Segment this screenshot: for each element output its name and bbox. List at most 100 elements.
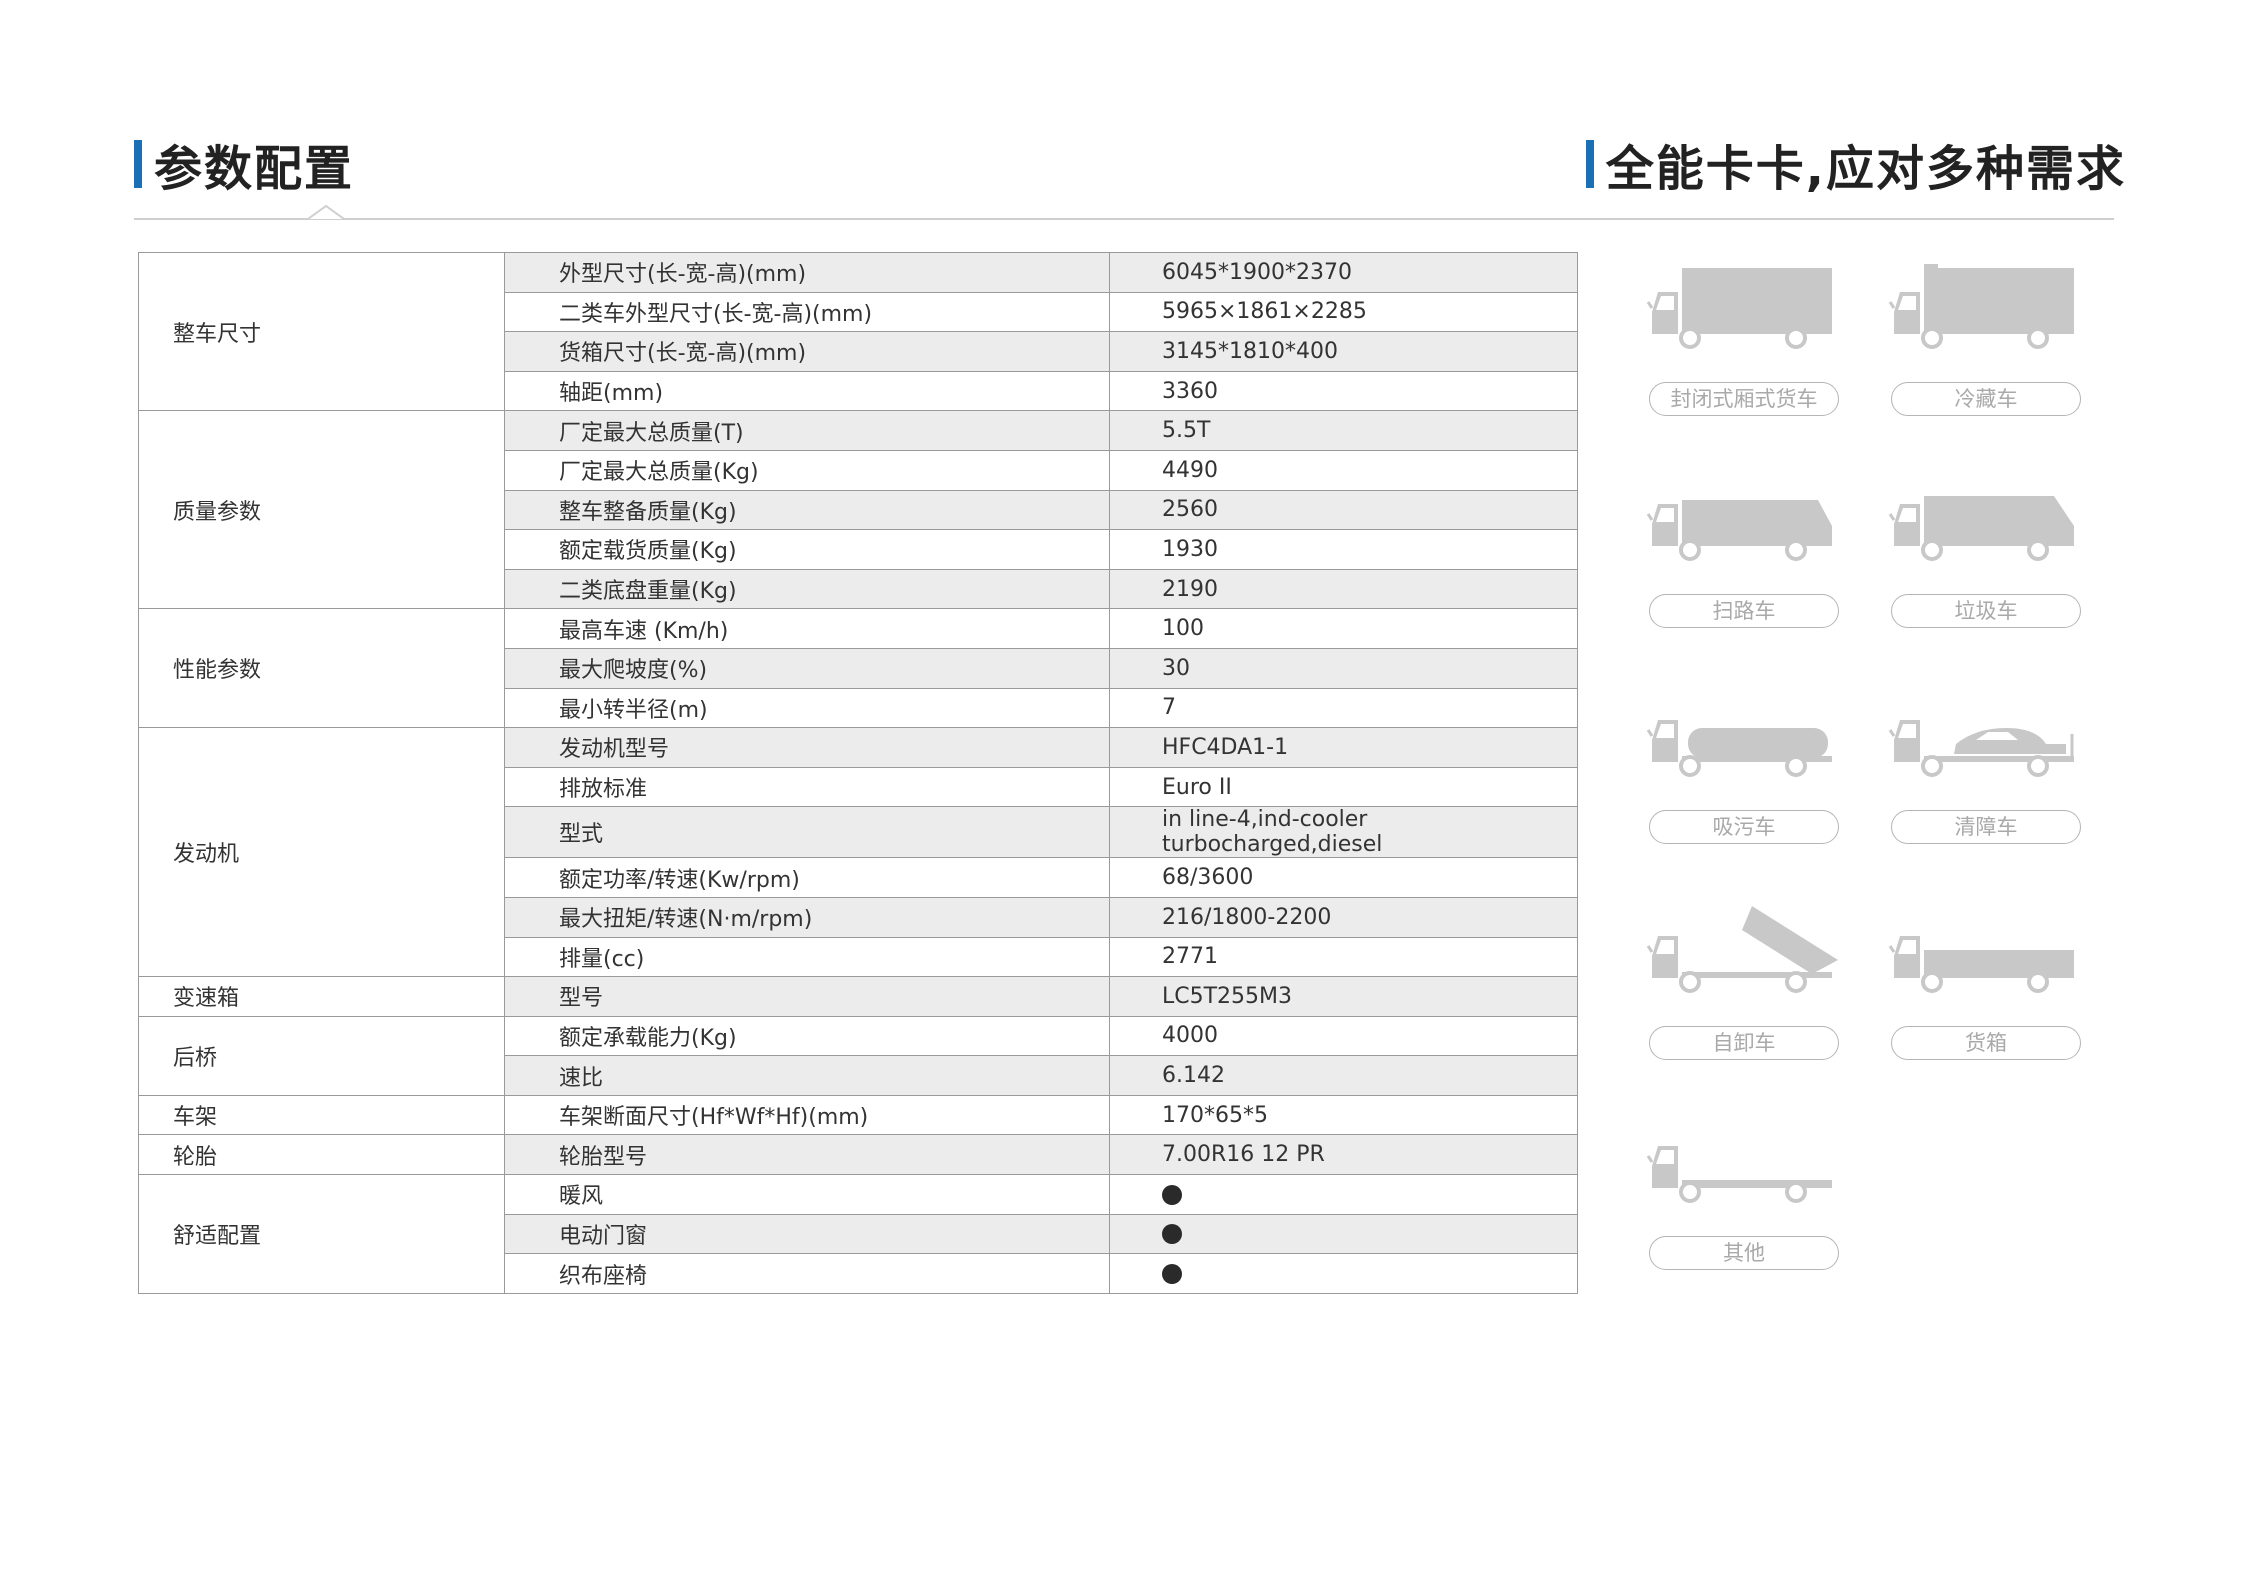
spec-param: 最高车速 (Km/h) bbox=[504, 608, 1110, 649]
spec-value: 7 bbox=[1109, 687, 1578, 729]
vehicle-type-label: 货箱 bbox=[1891, 1026, 2081, 1060]
spec-category: 性能参数 bbox=[138, 608, 505, 729]
spec-param: 型号 bbox=[504, 976, 1110, 1017]
spec-param: 最小转半径(m) bbox=[504, 687, 1110, 729]
spec-category: 车架 bbox=[138, 1094, 505, 1136]
feature-included-dot bbox=[1162, 1264, 1182, 1285]
chassis-truck-icon bbox=[1646, 1146, 1832, 1203]
spec-param: 排放标准 bbox=[504, 766, 1110, 808]
sewage-suction-truck-icon bbox=[1646, 720, 1832, 777]
spec-value: 5965×1861×2285 bbox=[1109, 291, 1578, 333]
spec-category: 质量参数 bbox=[138, 410, 505, 610]
divider-notch bbox=[308, 204, 344, 220]
vehicle-type-label: 自卸车 bbox=[1649, 1026, 1839, 1060]
slogan-title: 全能卡卡,应对多种需求 bbox=[1585, 136, 2126, 197]
spec-category: 整车尺寸 bbox=[138, 251, 505, 412]
spec-param: 厂定最大总质量(Kg) bbox=[504, 449, 1110, 491]
spec-value: 170*65*5 bbox=[1109, 1094, 1578, 1136]
spec-value bbox=[1109, 1253, 1578, 1294]
spec-value: in line-4,ind-cooler turbocharged,diesel bbox=[1109, 806, 1578, 859]
spec-param: 额定功率/转速(Kw/rpm) bbox=[504, 857, 1110, 898]
vehicle-type-label: 扫路车 bbox=[1649, 594, 1839, 628]
table-row: 车架 车架断面尺寸(Hf*Wf*Hf)(mm) 170*65*5 bbox=[138, 1094, 1578, 1136]
spec-value: 2771 bbox=[1109, 936, 1578, 978]
page-title-text: 参数配置 bbox=[154, 141, 355, 197]
spec-value bbox=[1109, 1213, 1578, 1255]
spec-param: 外型尺寸(长-宽-高)(mm) bbox=[504, 252, 1110, 293]
spec-value: 3360 bbox=[1109, 370, 1578, 412]
spec-category: 后桥 bbox=[138, 1015, 505, 1096]
spec-category: 轮胎 bbox=[138, 1134, 505, 1176]
spec-table: 整车尺寸 外型尺寸(长-宽-高)(mm) 6045*1900*2370 二类车外型尺寸… bbox=[138, 251, 1578, 1294]
vehicle-type-label: 清障车 bbox=[1891, 810, 2081, 844]
table-row: 发动机 发动机型号 HFC4DA1-1 bbox=[138, 727, 1578, 978]
vehicle-type-item: 冷藏车 bbox=[1886, 262, 2086, 416]
vehicle-type-item: 扫路车 bbox=[1644, 474, 1844, 628]
page-title: 参数配置 bbox=[134, 136, 354, 197]
dump-truck-icon bbox=[1646, 906, 1838, 993]
vehicle-type-label: 封闭式厢式货车 bbox=[1649, 382, 1839, 416]
spec-param: 整车整备质量(Kg) bbox=[504, 489, 1110, 531]
spec-param: 二类车外型尺寸(长-宽-高)(mm) bbox=[504, 291, 1110, 333]
spec-value: 5.5T bbox=[1109, 410, 1578, 451]
spec-param: 轴距(mm) bbox=[504, 370, 1110, 412]
spec-param: 轮胎型号 bbox=[504, 1134, 1110, 1176]
spec-value: 30 bbox=[1109, 647, 1578, 689]
vehicle-type-item: 封闭式厢式货车 bbox=[1644, 262, 1844, 416]
spec-value: 1930 bbox=[1109, 529, 1578, 570]
spec-value: 216/1800-2200 bbox=[1109, 896, 1578, 938]
vehicle-type-label: 垃圾车 bbox=[1891, 594, 2081, 628]
slogan-accent-bar bbox=[1585, 140, 1594, 188]
vehicle-type-item: 货箱 bbox=[1886, 906, 2086, 1060]
table-row: 性能参数 最高车速 (Km/h) 100 bbox=[138, 608, 1578, 729]
table-row: 变速箱 型号 LC5T255M3 bbox=[138, 976, 1578, 1017]
spec-category: 发动机 bbox=[138, 727, 505, 978]
vehicle-type-label: 冷藏车 bbox=[1891, 382, 2081, 416]
spec-param: 厂定最大总质量(T) bbox=[504, 410, 1110, 451]
spec-param: 织布座椅 bbox=[504, 1253, 1110, 1294]
spec-value: 6045*1900*2370 bbox=[1109, 252, 1578, 293]
spec-param: 额定载货质量(Kg) bbox=[504, 529, 1110, 570]
spec-param: 最大爬坡度(%) bbox=[504, 647, 1110, 689]
spec-value: 2560 bbox=[1109, 489, 1578, 531]
table-row: 后桥 额定承载能力(Kg) 4000 bbox=[138, 1015, 1578, 1096]
vehicle-type-item: 其他 bbox=[1644, 1116, 1844, 1270]
spec-param: 排量(cc) bbox=[504, 936, 1110, 978]
tow-truck-icon bbox=[1888, 720, 2074, 777]
vehicle-type-item: 自卸车 bbox=[1644, 906, 1844, 1060]
cargo-truck-icon bbox=[1888, 936, 2074, 993]
spec-value: 6.142 bbox=[1109, 1055, 1578, 1096]
spec-param: 车架断面尺寸(Hf*Wf*Hf)(mm) bbox=[504, 1094, 1110, 1136]
feature-included-dot bbox=[1162, 1224, 1182, 1245]
spec-value bbox=[1109, 1174, 1578, 1215]
spec-param: 货箱尺寸(长-宽-高)(mm) bbox=[504, 331, 1110, 372]
spec-value: 2190 bbox=[1109, 568, 1578, 610]
title-accent-bar bbox=[134, 140, 142, 188]
spec-category: 变速箱 bbox=[138, 976, 505, 1017]
header-divider bbox=[134, 218, 2114, 220]
spec-param: 速比 bbox=[504, 1055, 1110, 1096]
vehicle-type-item: 垃圾车 bbox=[1886, 474, 2086, 628]
spec-value: 7.00R16 12 PR bbox=[1109, 1134, 1578, 1176]
table-row: 轮胎 轮胎型号 7.00R16 12 PR bbox=[138, 1134, 1578, 1176]
spec-value: 68/3600 bbox=[1109, 857, 1578, 898]
spec-param: 额定承载能力(Kg) bbox=[504, 1015, 1110, 1057]
garbage-truck-icon bbox=[1888, 496, 2074, 561]
street-sweeper-icon bbox=[1646, 500, 1832, 561]
table-row: 舒适配置 暖风 bbox=[138, 1174, 1578, 1294]
spec-param: 最大扭矩/转速(N·m/rpm) bbox=[504, 896, 1110, 938]
spec-param: 电动门窗 bbox=[504, 1213, 1110, 1255]
spec-value: HFC4DA1-1 bbox=[1109, 727, 1578, 768]
spec-value: Euro II bbox=[1109, 766, 1578, 808]
spec-param: 发动机型号 bbox=[504, 727, 1110, 768]
vehicle-type-item: 清障车 bbox=[1886, 690, 2086, 844]
spec-param: 暖风 bbox=[504, 1174, 1110, 1215]
spec-value: 3145*1810*400 bbox=[1109, 331, 1578, 372]
spec-param: 型式 bbox=[504, 806, 1110, 859]
spec-category: 舒适配置 bbox=[138, 1174, 505, 1294]
spec-value: 100 bbox=[1109, 608, 1578, 649]
spec-param: 二类底盘重量(Kg) bbox=[504, 568, 1110, 610]
table-row: 整车尺寸 外型尺寸(长-宽-高)(mm) 6045*1900*2370 bbox=[138, 251, 1578, 412]
table-row: 质量参数 厂定最大总质量(T) 5.5T bbox=[138, 410, 1578, 610]
box-truck-icon bbox=[1646, 268, 1832, 349]
